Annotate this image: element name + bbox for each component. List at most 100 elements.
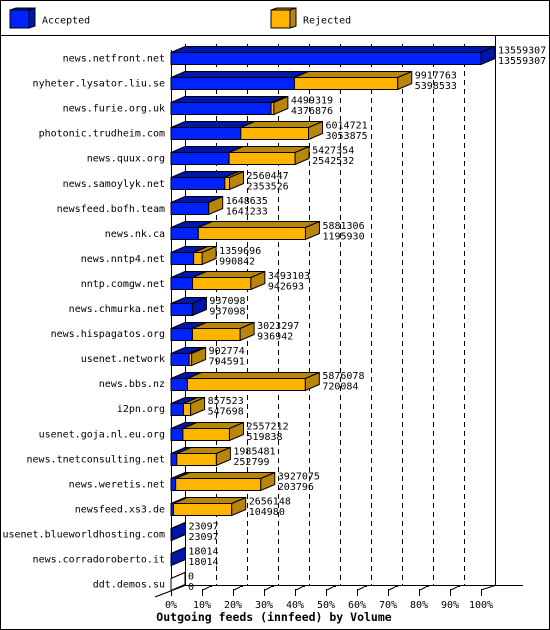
value-label-total: 1648635 xyxy=(226,196,268,207)
value-label-accepted: 252799 xyxy=(233,457,269,468)
value-label-total: 1359696 xyxy=(219,246,261,257)
bar-rejected xyxy=(228,152,296,165)
x-tick-depth-mark xyxy=(457,585,460,587)
bar-group xyxy=(170,446,231,467)
category-label: news.netfront.net xyxy=(63,54,165,65)
x-tick-depth-mark xyxy=(271,585,274,587)
bar-accepted xyxy=(170,252,195,265)
accepted-swatch-side xyxy=(28,7,36,29)
bar-accepted xyxy=(170,303,193,316)
bar-accepted xyxy=(170,52,482,65)
x-tick-depth-mark xyxy=(209,585,212,587)
value-label-total: 902774 xyxy=(209,346,245,357)
bar-accepted xyxy=(170,428,184,441)
value-label-total: 857523 xyxy=(208,396,244,407)
category-label: usenet.network xyxy=(81,354,165,365)
value-label-accepted: 794591 xyxy=(209,357,245,368)
bar-accepted xyxy=(170,177,226,190)
category-label: news.quux.org xyxy=(87,154,165,165)
bar-accepted xyxy=(170,277,194,290)
value-label-accepted: 5398533 xyxy=(415,81,457,92)
legend-label-accepted: Accepted xyxy=(42,16,90,27)
category-label: newsfeed.xs3.de xyxy=(75,504,165,515)
value-label-total: 0 xyxy=(188,572,194,583)
value-label-total: 9917763 xyxy=(415,71,457,82)
value-label-accepted: 3053875 xyxy=(326,131,368,142)
x-tick-depth-mark xyxy=(240,585,243,587)
value-label-accepted: 23097 xyxy=(189,532,219,543)
value-label-accepted: 2353526 xyxy=(247,181,289,192)
bar-accepted-top xyxy=(170,96,286,103)
value-label-total: 6014721 xyxy=(326,121,368,132)
x-tick-depth-mark xyxy=(333,585,336,587)
bar-accepted xyxy=(170,202,210,215)
bar-rejected xyxy=(186,378,306,391)
rejected-swatch-front xyxy=(270,9,291,29)
bar-group xyxy=(170,270,266,291)
value-label-accepted: 936942 xyxy=(257,332,293,343)
bar-accepted xyxy=(170,102,272,115)
bar-accepted xyxy=(170,378,188,391)
category-label: news.hispagatos.org xyxy=(51,329,165,340)
bar-rejected-top xyxy=(175,472,275,479)
bar-rejected xyxy=(240,127,310,140)
bar-accepted-top xyxy=(170,71,309,78)
bar-group xyxy=(170,496,247,517)
category-label: news.chmurka.net xyxy=(69,304,165,315)
bar-group xyxy=(170,145,310,166)
x-tick-label: 90% xyxy=(441,600,459,611)
bar-rejected xyxy=(192,277,252,290)
value-label-accepted: 203796 xyxy=(278,482,314,493)
bar-group xyxy=(170,245,217,266)
rejected-swatch-icon xyxy=(270,7,297,29)
category-label: usenet.goja.nl.eu.org xyxy=(39,429,165,440)
value-label-accepted: 519838 xyxy=(246,432,282,443)
bar-rejected xyxy=(183,403,192,416)
value-label-total: 4499319 xyxy=(291,96,333,107)
value-label-accepted: 1641233 xyxy=(226,206,268,217)
innfeed-volume-chart: Accepted Rejected 0% 10% 20% 30% 40% 50% 60% 70… xyxy=(0,0,550,630)
value-label-total: 1985481 xyxy=(233,446,275,457)
category-label: news.corradoroberto.it xyxy=(33,555,165,566)
bar-accepted xyxy=(170,353,190,366)
value-label-total: 3927075 xyxy=(278,471,320,482)
bar-rejected xyxy=(176,453,217,466)
rejected-swatch-side xyxy=(289,7,297,29)
bar-group xyxy=(170,120,324,141)
value-label-accepted: 547698 xyxy=(208,407,244,418)
category-label: ddt.demos.su xyxy=(93,580,165,591)
x-tick-depth-mark xyxy=(426,585,429,587)
bar-group xyxy=(170,170,245,191)
x-tick-depth-mark xyxy=(364,585,367,587)
bar-rejected-top xyxy=(187,372,320,379)
bar-group xyxy=(170,70,413,91)
bar-rejected xyxy=(182,428,230,441)
category-label: photonic.trudheim.com xyxy=(39,129,165,140)
x-axis-title: Outgoing feeds (innfeed) by Volume xyxy=(156,610,391,624)
value-label-total: 937098 xyxy=(209,296,245,307)
value-label-accepted: 104980 xyxy=(249,507,285,518)
bar-accepted xyxy=(170,453,178,466)
bar-rejected xyxy=(224,177,231,190)
value-label-total: 3493103 xyxy=(268,271,310,282)
value-label-total: 18014 xyxy=(188,547,218,558)
value-label-accepted: 4376876 xyxy=(291,106,333,117)
bar-group xyxy=(170,195,224,216)
category-label: news.tnetconsulting.net xyxy=(27,454,165,465)
bar-rejected xyxy=(172,503,233,516)
x-tick-label: 80% xyxy=(410,600,428,611)
value-label-total: 23097 xyxy=(189,521,219,532)
bar-group xyxy=(170,95,289,116)
value-label-total: 5876078 xyxy=(322,371,364,382)
bar-rejected xyxy=(191,328,241,341)
bar-group xyxy=(170,371,320,392)
value-label-total: 13559307 xyxy=(498,46,546,57)
x-tick-depth-mark xyxy=(302,585,305,587)
value-label-accepted: 990842 xyxy=(219,256,255,267)
value-label-total: 2557212 xyxy=(246,421,288,432)
value-label-accepted: 1195930 xyxy=(322,231,364,242)
value-label-total: 3023297 xyxy=(257,321,299,332)
bar-group xyxy=(170,421,244,442)
bar-rejected xyxy=(197,227,306,240)
accepted-swatch-icon xyxy=(9,7,36,29)
